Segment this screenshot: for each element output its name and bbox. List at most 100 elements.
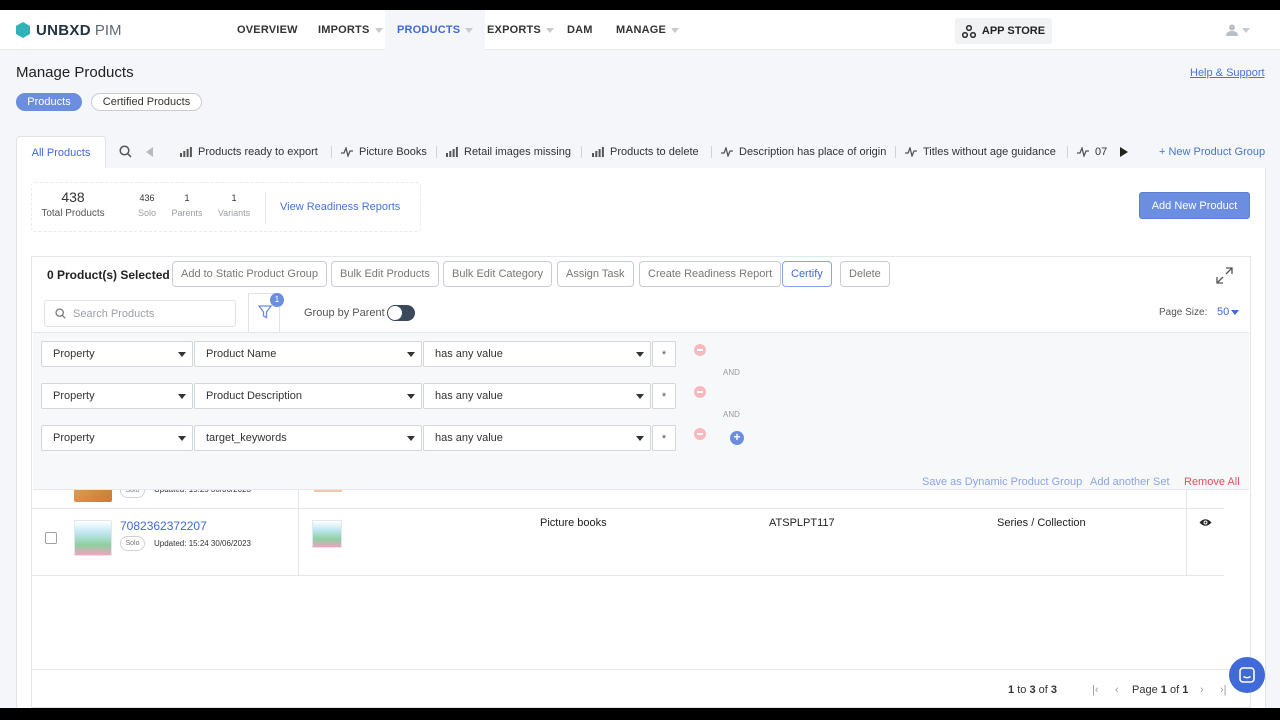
chevron-down-icon	[465, 27, 474, 33]
and-label: AND	[723, 410, 740, 419]
product-image-thumbnail[interactable]	[312, 520, 342, 548]
category-cell: Picture books	[540, 517, 607, 529]
stats-divider	[265, 193, 266, 223]
filter-type-select[interactable]: Property	[41, 425, 193, 451]
total-pages: 1	[1182, 684, 1189, 696]
remove-all-link[interactable]: Remove All	[1184, 476, 1240, 488]
remove-filter-icon[interactable]	[694, 386, 706, 398]
row-divider	[32, 508, 1224, 509]
add-another-set-link[interactable]: Add another Set	[1090, 476, 1170, 488]
tab-group-titles-without-age-guidance[interactable]: Titles without age guidance	[905, 136, 1056, 168]
chat-launcher[interactable]	[1229, 657, 1265, 693]
user-menu[interactable]	[1226, 24, 1250, 36]
prev-page-icon[interactable]: ‹	[1115, 684, 1119, 696]
remove-filter-icon[interactable]	[694, 344, 706, 356]
result-range: 1 to 3 of 3	[1008, 684, 1057, 696]
brand-logo[interactable]: UNBXD PIM	[16, 21, 122, 39]
nav-manage[interactable]: MANAGE	[616, 10, 680, 50]
search-input[interactable]: Search Products	[44, 300, 236, 327]
tab-group-picture-books[interactable]: Picture Books	[341, 136, 427, 168]
nav-dam[interactable]: DAM	[567, 10, 593, 50]
brand-suffix: PIM	[94, 21, 122, 39]
product-group-tabs: All Products Products ready to export Pi…	[16, 136, 1266, 168]
nav-exports[interactable]: EXPORTS	[487, 10, 554, 50]
nav-dam-label: DAM	[567, 24, 593, 36]
create-readiness-report-button[interactable]: Create Readiness Report	[639, 261, 782, 287]
filter-type-select[interactable]: Property	[41, 383, 193, 409]
stat-parents-value: 1	[184, 193, 190, 203]
filter-value-input[interactable]: *	[652, 425, 676, 451]
filter-type-select[interactable]: Property	[41, 341, 193, 367]
scroll-right-icon[interactable]	[1120, 147, 1128, 157]
assign-task-button[interactable]: Assign Task	[557, 261, 634, 287]
row-checkbox[interactable]	[45, 532, 57, 544]
column-divider	[1186, 490, 1187, 575]
range-to-label: to	[1017, 684, 1027, 696]
next-page-icon[interactable]: ›	[1200, 684, 1204, 696]
search-placeholder: Search Products	[73, 307, 155, 320]
new-product-group-link[interactable]: + New Product Group	[1159, 136, 1265, 168]
last-page-icon[interactable]: ›|	[1220, 684, 1227, 696]
nav-imports-label: IMPORTS	[318, 24, 370, 36]
filter-operator-select[interactable]: has any value	[423, 425, 651, 451]
range-start: 1	[1008, 684, 1015, 696]
search-icon[interactable]	[119, 145, 132, 158]
row-divider	[32, 575, 1224, 576]
chevron-down-icon	[407, 436, 415, 441]
add-filter-icon[interactable]: +	[730, 431, 744, 445]
save-dynamic-group-link[interactable]: Save as Dynamic Product Group	[922, 476, 1082, 488]
filter-operator-select[interactable]: has any value	[423, 383, 651, 409]
certify-button[interactable]: Certify	[782, 261, 832, 287]
tab-group-products-to-delete[interactable]: Products to delete	[592, 136, 699, 168]
add-new-product-button[interactable]: Add New Product	[1139, 192, 1250, 219]
certified-products-chip[interactable]: Certified Products	[91, 93, 202, 111]
filter-operator-select[interactable]: has any value	[423, 341, 651, 367]
tab-group-07[interactable]: 07	[1077, 136, 1107, 168]
bar-chart-icon	[180, 147, 192, 157]
tab-all-products[interactable]: All Products	[16, 136, 106, 168]
stat-total: 438 Total Products	[38, 189, 108, 219]
add-to-static-group-button[interactable]: Add to Static Product Group	[172, 261, 327, 287]
tab-group-description-place-of-origin[interactable]: Description has place of origin	[721, 136, 886, 168]
delete-button[interactable]: Delete	[840, 261, 890, 287]
user-icon	[1226, 24, 1238, 36]
chevron-down-icon	[636, 394, 644, 399]
bulk-edit-products-button[interactable]: Bulk Edit Products	[331, 261, 439, 287]
product-thumbnail[interactable]	[74, 520, 112, 556]
filter-field-select[interactable]: Product Description	[194, 383, 422, 409]
product-code-cell: ATSPLPT117	[769, 517, 835, 529]
bulk-edit-category-button[interactable]: Bulk Edit Category	[443, 261, 553, 287]
eye-icon[interactable]	[1199, 518, 1212, 527]
first-page-icon[interactable]: |‹	[1092, 684, 1099, 696]
product-sku-link[interactable]: 7082362372207	[120, 519, 207, 533]
chat-icon	[1239, 667, 1255, 683]
nav-products[interactable]: PRODUCTS	[385, 10, 486, 50]
stat-total-value: 438	[61, 189, 85, 205]
help-support-link[interactable]: Help & Support	[1190, 67, 1265, 79]
expand-icon[interactable]	[1216, 267, 1233, 284]
tab-divider	[436, 146, 437, 158]
chevron-down-icon	[671, 27, 680, 33]
filter-value-input[interactable]: *	[652, 341, 676, 367]
nav-overview[interactable]: OVERVIEW	[237, 10, 298, 50]
group-by-parent-toggle[interactable]	[387, 305, 415, 321]
tab-group-retail-images-missing[interactable]: Retail images missing	[446, 136, 571, 168]
tab-label: Picture Books	[359, 146, 427, 158]
filter-field-select[interactable]: target_keywords	[194, 425, 422, 451]
products-chip[interactable]: Products	[16, 93, 82, 111]
page-size-select[interactable]: 50	[1217, 306, 1240, 318]
tab-group-ready-to-export[interactable]: Products ready to export	[180, 136, 318, 168]
filter-field-select[interactable]: Product Name	[194, 341, 422, 367]
chevron-down-icon	[636, 436, 644, 441]
solo-badge: Solo	[120, 536, 145, 551]
activity-icon	[1077, 147, 1089, 157]
app-store-button[interactable]: APP STORE	[955, 18, 1052, 44]
filter-count-badge: 1	[270, 293, 284, 307]
nav-imports[interactable]: IMPORTS	[318, 10, 383, 50]
stat-parents-label: Parents	[171, 208, 203, 218]
filter-type-value: Property	[53, 348, 95, 360]
view-readiness-reports-link[interactable]: View Readiness Reports	[280, 201, 400, 213]
filter-value-input[interactable]: *	[652, 383, 676, 409]
scroll-left-icon[interactable]	[146, 147, 154, 157]
remove-filter-icon[interactable]	[694, 428, 706, 440]
